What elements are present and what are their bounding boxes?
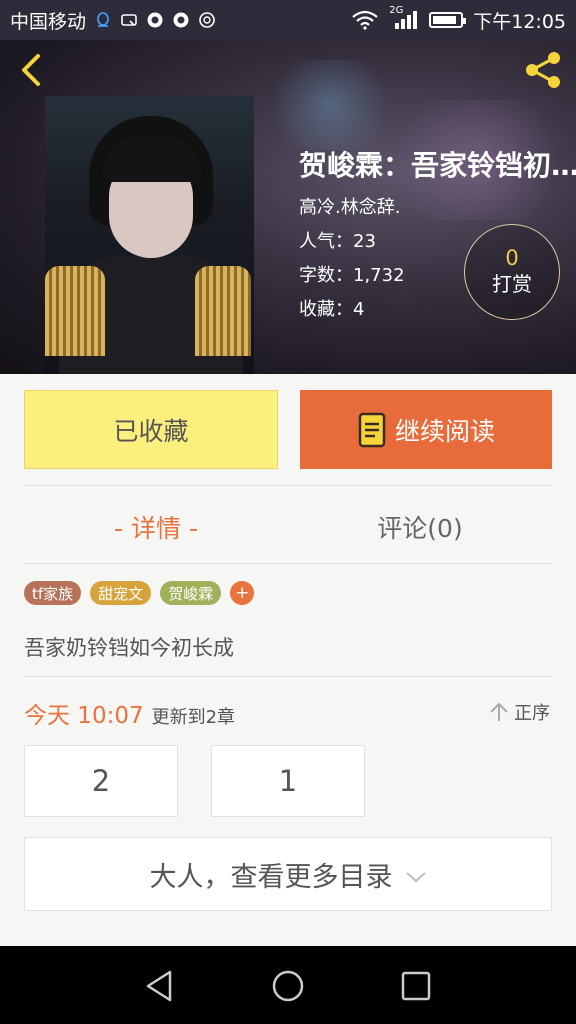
app-icon	[173, 12, 189, 28]
battery-icon	[429, 12, 467, 28]
tag-item[interactable]: tf家族	[24, 581, 82, 605]
book-summary: 吾家奶铃铛如今初长成	[24, 636, 234, 660]
tab-comments-label: 评论(0)	[377, 514, 463, 543]
word-count-stat: 字数：1,732	[299, 265, 405, 286]
collected-button-label: 已收藏	[113, 416, 189, 446]
carrier-label: 中国移动	[10, 10, 87, 33]
chapter-item[interactable]: 2	[24, 745, 178, 817]
share-icon[interactable]	[520, 50, 566, 90]
continue-reading-label: 继续阅读	[394, 416, 495, 446]
divider	[24, 485, 552, 486]
tab-comments[interactable]: 评论(0)	[288, 505, 552, 549]
qq-icon	[97, 12, 109, 27]
collected-button[interactable]: 已收藏	[24, 390, 278, 469]
book-author[interactable]: 高冷.林念辞.	[299, 193, 400, 219]
arrow-up-icon	[490, 702, 508, 721]
favorites-stat: 收藏：4	[299, 299, 365, 320]
book-cover-image	[45, 96, 254, 374]
message-icon	[121, 14, 137, 26]
update-info: 今天 10:07 更新到2章	[24, 696, 235, 730]
book-header: 贺峻霖：吾家铃铛初… 高冷.林念辞. 人气：23 字数：1,732 收藏：4 0…	[0, 40, 576, 374]
reward-label: 打赏	[492, 272, 532, 296]
more-catalog-button[interactable]: 大人，查看更多目录	[24, 837, 552, 911]
chevron-down-icon	[405, 872, 426, 883]
nav-recent-apps-icon[interactable]	[398, 968, 434, 1004]
reward-count: 0	[505, 246, 519, 270]
clock-label: 下午12:05	[473, 10, 566, 33]
popularity-stat: 人气：23	[299, 231, 376, 252]
nav-home-icon[interactable]	[270, 968, 306, 1004]
nav-back-icon[interactable]	[142, 968, 178, 1004]
more-catalog-label: 大人，查看更多目录	[149, 861, 393, 893]
tag-item[interactable]: 贺峻霖	[160, 581, 222, 605]
chapter-number: 1	[278, 764, 298, 798]
status-bar: 中国移动 2G 下午12:05	[0, 0, 576, 40]
tab-detail-label: - 详情 -	[114, 514, 198, 543]
continue-reading-button[interactable]: 继续阅读	[300, 390, 552, 469]
back-arrow-icon[interactable]	[14, 52, 50, 88]
divider	[24, 676, 552, 677]
network-type-label: 2G	[389, 5, 404, 16]
tab-detail[interactable]: - 详情 -	[24, 505, 288, 549]
app-icon	[147, 12, 163, 28]
update-text: 更新到2章	[151, 707, 236, 728]
chapter-number: 2	[91, 764, 111, 798]
sort-order-label: 正序	[514, 703, 550, 724]
book-title: 贺峻霖：吾家铃铛初…	[299, 149, 576, 182]
sort-order-button[interactable]: 正序	[488, 699, 550, 725]
signal-icon: 2G	[389, 5, 419, 31]
settings-icon	[199, 12, 215, 28]
wifi-icon	[352, 10, 378, 30]
system-nav-bar	[0, 946, 576, 1024]
reward-button[interactable]: 0 打赏	[464, 224, 560, 320]
tag-list: tf家族 甜宠文 贺峻霖 +	[24, 581, 255, 605]
chapter-item[interactable]: 1	[211, 745, 365, 817]
divider	[24, 563, 552, 564]
book-icon	[358, 412, 386, 447]
tag-item[interactable]: 甜宠文	[90, 581, 152, 605]
add-tag-button[interactable]: +	[230, 581, 255, 605]
update-time: 今天 10:07	[24, 703, 144, 729]
